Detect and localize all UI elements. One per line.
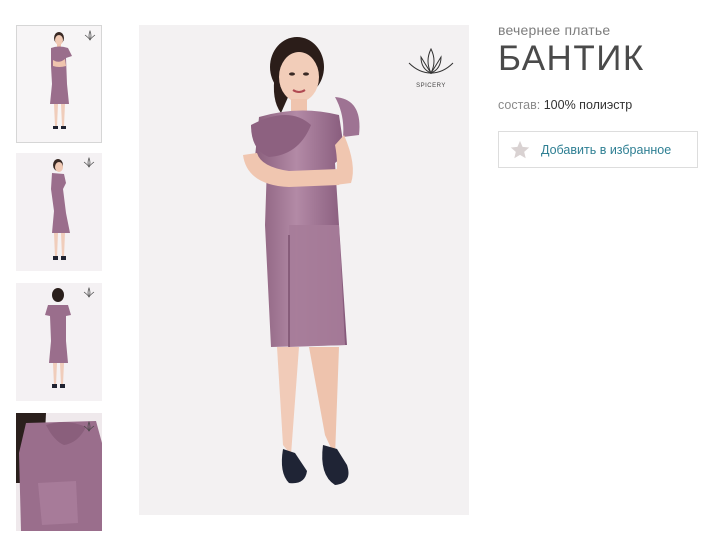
brand-name: SPICERY — [416, 83, 446, 89]
star-icon — [510, 140, 530, 158]
thumbnail-front-image — [50, 30, 96, 129]
product-composition: состав: 100% полиэстр — [498, 98, 698, 112]
product-title: БАНТИК — [498, 39, 645, 78]
thumbnail-detail[interactable] — [16, 413, 102, 531]
thumbnail-side-image — [51, 157, 95, 260]
add-to-favorites-label: Добавить в избранное — [541, 142, 672, 157]
thumbnail-back-image — [45, 287, 95, 388]
thumbnail-back[interactable] — [16, 283, 102, 401]
product-subtitle: вечернее платье — [498, 22, 611, 38]
thumbnail-side[interactable] — [16, 153, 102, 271]
composition-value: 100% полиэстр — [543, 98, 633, 112]
add-to-favorites-button[interactable]: Добавить в избранное — [498, 131, 698, 168]
composition-label: состав: — [498, 98, 541, 112]
main-product-photo[interactable]: SPICERY — [139, 25, 469, 515]
thumbnail-front[interactable] — [16, 25, 102, 143]
thumbnail-detail-image — [16, 413, 102, 531]
product-info-panel: вечернее платье БАНТИК состав: 100% поли… — [498, 22, 698, 168]
lotus-icon — [408, 47, 454, 75]
model-illustration: SPICERY — [243, 37, 454, 485]
